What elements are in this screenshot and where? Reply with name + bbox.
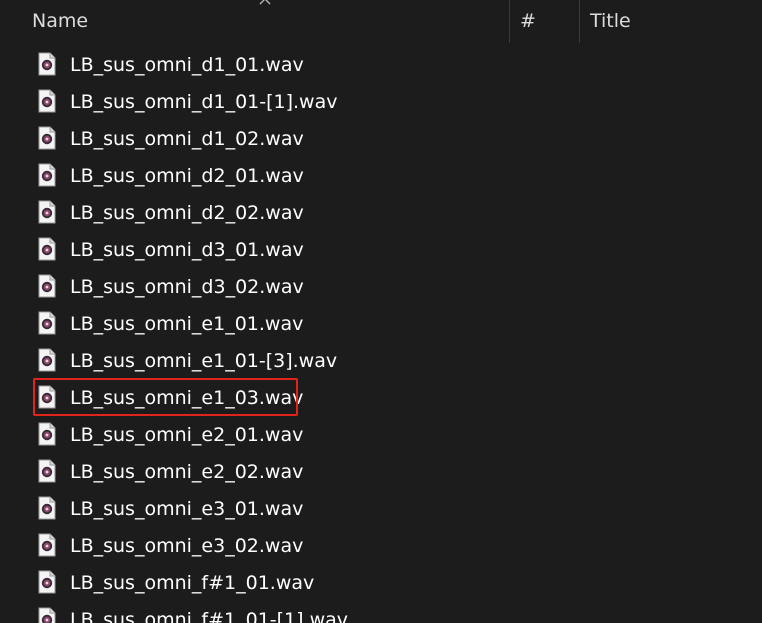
- file-row[interactable]: LB_sus_omni_d1_01-[1].wav: [0, 84, 762, 121]
- file-row[interactable]: LB_sus_omni_d1_02.wav: [0, 121, 762, 158]
- audio-file-icon: [37, 311, 57, 335]
- audio-file-icon: [37, 52, 57, 76]
- audio-file-icon: [37, 385, 57, 409]
- column-header-title[interactable]: Title: [590, 0, 631, 43]
- file-name[interactable]: LB_sus_omni_e2_01.wav: [70, 417, 303, 454]
- audio-file-icon: [37, 533, 57, 557]
- column-divider[interactable]: [579, 0, 580, 43]
- file-row[interactable]: LB_sus_omni_e1_01-[3].wav: [0, 343, 762, 380]
- audio-file-icon: [37, 459, 57, 483]
- file-explorer-view: Name # Title LB_sus_omni_d1_01.wav LB_sus…: [0, 0, 762, 623]
- audio-file-icon: [37, 607, 57, 623]
- file-name[interactable]: LB_sus_omni_e1_03.wav: [70, 380, 303, 417]
- column-header-name[interactable]: Name: [32, 0, 88, 43]
- file-row[interactable]: LB_sus_omni_d3_01.wav: [0, 232, 762, 269]
- audio-file-icon: [37, 237, 57, 261]
- file-row[interactable]: LB_sus_omni_d1_01.wav: [0, 47, 762, 84]
- file-row[interactable]: LB_sus_omni_e2_02.wav: [0, 454, 762, 491]
- audio-file-icon: [37, 570, 57, 594]
- file-row[interactable]: LB_sus_omni_e2_01.wav: [0, 417, 762, 454]
- file-name[interactable]: LB_sus_omni_d1_01-[1].wav: [70, 84, 337, 121]
- file-name[interactable]: LB_sus_omni_d1_01.wav: [70, 47, 304, 84]
- file-row[interactable]: LB_sus_omni_f#1_01.wav: [0, 565, 762, 602]
- file-row[interactable]: LB_sus_omni_d3_02.wav: [0, 269, 762, 306]
- file-name[interactable]: LB_sus_omni_d3_02.wav: [70, 269, 304, 306]
- audio-file-icon: [37, 163, 57, 187]
- sort-up-caret-icon: [259, 0, 271, 5]
- file-name[interactable]: LB_sus_omni_f#1_01-[1].wav: [70, 602, 348, 623]
- audio-file-icon: [37, 496, 57, 520]
- file-row[interactable]: LB_sus_omni_e3_01.wav: [0, 491, 762, 528]
- column-header-row: Name # Title: [0, 0, 762, 43]
- audio-file-icon: [37, 422, 57, 446]
- file-row[interactable]: LB_sus_omni_d2_01.wav: [0, 158, 762, 195]
- file-name[interactable]: LB_sus_omni_d2_02.wav: [70, 195, 304, 232]
- file-name[interactable]: LB_sus_omni_e1_01-[3].wav: [70, 343, 337, 380]
- file-row[interactable]: LB_sus_omni_e3_02.wav: [0, 528, 762, 565]
- file-name[interactable]: LB_sus_omni_d1_02.wav: [70, 121, 304, 158]
- audio-file-icon: [37, 200, 57, 224]
- audio-file-icon: [37, 89, 57, 113]
- file-row[interactable]: LB_sus_omni_d2_02.wav: [0, 195, 762, 232]
- audio-file-icon: [37, 274, 57, 298]
- column-divider[interactable]: [509, 0, 510, 43]
- file-name[interactable]: LB_sus_omni_f#1_01.wav: [70, 565, 314, 602]
- audio-file-icon: [37, 126, 57, 150]
- file-name[interactable]: LB_sus_omni_d2_01.wav: [70, 158, 304, 195]
- column-header-number[interactable]: #: [520, 0, 536, 43]
- file-name[interactable]: LB_sus_omni_e3_02.wav: [70, 528, 303, 565]
- file-name[interactable]: LB_sus_omni_e1_01.wav: [70, 306, 303, 343]
- file-row[interactable]: LB_sus_omni_f#1_01-[1].wav: [0, 602, 762, 623]
- audio-file-icon: [37, 348, 57, 372]
- file-row[interactable]: LB_sus_omni_e1_03.wav: [0, 380, 762, 417]
- file-row[interactable]: LB_sus_omni_e1_01.wav: [0, 306, 762, 343]
- file-name[interactable]: LB_sus_omni_e3_01.wav: [70, 491, 303, 528]
- file-name[interactable]: LB_sus_omni_d3_01.wav: [70, 232, 304, 269]
- file-name[interactable]: LB_sus_omni_e2_02.wav: [70, 454, 303, 491]
